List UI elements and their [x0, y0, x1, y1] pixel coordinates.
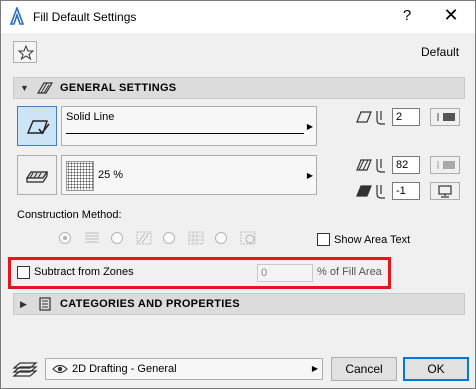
contour-pen-toggle[interactable]	[430, 108, 460, 126]
subtract-from-zones-checkbox[interactable]	[17, 266, 30, 279]
line-type-sample	[66, 133, 304, 134]
cancel-button[interactable]: Cancel	[331, 357, 397, 381]
fill-pen-icon	[356, 159, 385, 173]
zone-percent-field[interactable]: 0	[257, 264, 313, 282]
dialog-window: Fill Default Settings ? ✕ Default ▼ GENE…	[0, 0, 476, 389]
fill-type-icon	[25, 171, 49, 183]
line-type-picker[interactable]: Solid Line ▶	[61, 106, 317, 146]
categories-properties-header[interactable]: ▶ CATEGORIES AND PROPERTIES	[13, 293, 465, 315]
general-settings-header[interactable]: ▼ GENERAL SETTINGS	[13, 77, 465, 99]
background-pen-toggle[interactable]	[430, 182, 460, 200]
favorites-button[interactable]	[13, 41, 37, 63]
fill-type-button[interactable]	[17, 155, 57, 195]
collapse-arrow-icon: ▼	[20, 83, 29, 93]
fill-pattern-picker[interactable]: 25 % ▶	[61, 155, 317, 195]
general-settings-title: GENERAL SETTINGS	[60, 82, 177, 94]
background-pen-field[interactable]: -1	[392, 182, 420, 200]
categories-properties-title: CATEGORIES AND PROPERTIES	[60, 298, 240, 310]
dropdown-arrow-icon: ▶	[311, 364, 318, 373]
rotated-method-icon	[240, 231, 256, 245]
star-icon	[18, 45, 34, 60]
construction-method-label: Construction Method:	[17, 209, 122, 221]
contour-toggle-button[interactable]	[17, 106, 57, 146]
layer-stack-icon	[12, 362, 38, 377]
toggle-indicator-icon	[437, 113, 455, 121]
layer-selector[interactable]: 2D Drafting - General ▶	[45, 358, 323, 380]
fill-pattern-name: 25 %	[98, 169, 124, 181]
fill-contour-icon	[26, 120, 50, 135]
construction-method-radio-2[interactable]	[111, 232, 123, 244]
lines-method-icon	[85, 232, 99, 243]
window-title: Fill Default Settings	[33, 10, 137, 24]
expand-arrow-icon: ▶	[20, 299, 27, 309]
picker-arrow-icon: ▶	[306, 122, 313, 131]
show-area-text-checkbox[interactable]	[317, 233, 330, 246]
grid-method-icon	[188, 231, 204, 245]
picker-arrow-icon: ▶	[306, 171, 313, 180]
archicad-logo-icon	[9, 7, 25, 25]
fill-pen-field[interactable]: 82	[392, 156, 420, 174]
contour-pen-field[interactable]: 2	[392, 108, 420, 126]
contour-pen-icon	[356, 111, 385, 125]
zone-percent-suffix: % of Fill Area	[317, 266, 382, 278]
document-list-icon	[39, 297, 51, 311]
subtract-from-zones-label: Subtract from Zones	[34, 266, 134, 278]
background-pen-icon	[356, 185, 385, 199]
construction-method-radio-3[interactable]	[163, 232, 175, 244]
fill-settings-icon	[36, 82, 54, 94]
toggle-indicator-icon	[437, 161, 455, 169]
default-label: Default	[421, 45, 460, 59]
line-type-name: Solid Line	[66, 111, 115, 123]
monitor-icon	[438, 185, 452, 198]
show-area-text-label: Show Area Text	[334, 234, 411, 246]
title-bar: Fill Default Settings ? ✕	[1, 1, 475, 33]
fill-pen-toggle[interactable]	[430, 156, 460, 174]
hatch-method-icon	[136, 231, 152, 245]
help-button[interactable]: ?	[397, 7, 417, 24]
fill-pattern-swatch	[66, 161, 94, 191]
ok-button[interactable]: OK	[403, 357, 469, 381]
construction-method-radio-4[interactable]	[215, 232, 227, 244]
layer-name: 2D Drafting - General	[72, 363, 177, 375]
close-button[interactable]: ✕	[439, 5, 463, 26]
eye-icon	[52, 364, 68, 374]
construction-method-radio-1[interactable]	[59, 232, 71, 244]
